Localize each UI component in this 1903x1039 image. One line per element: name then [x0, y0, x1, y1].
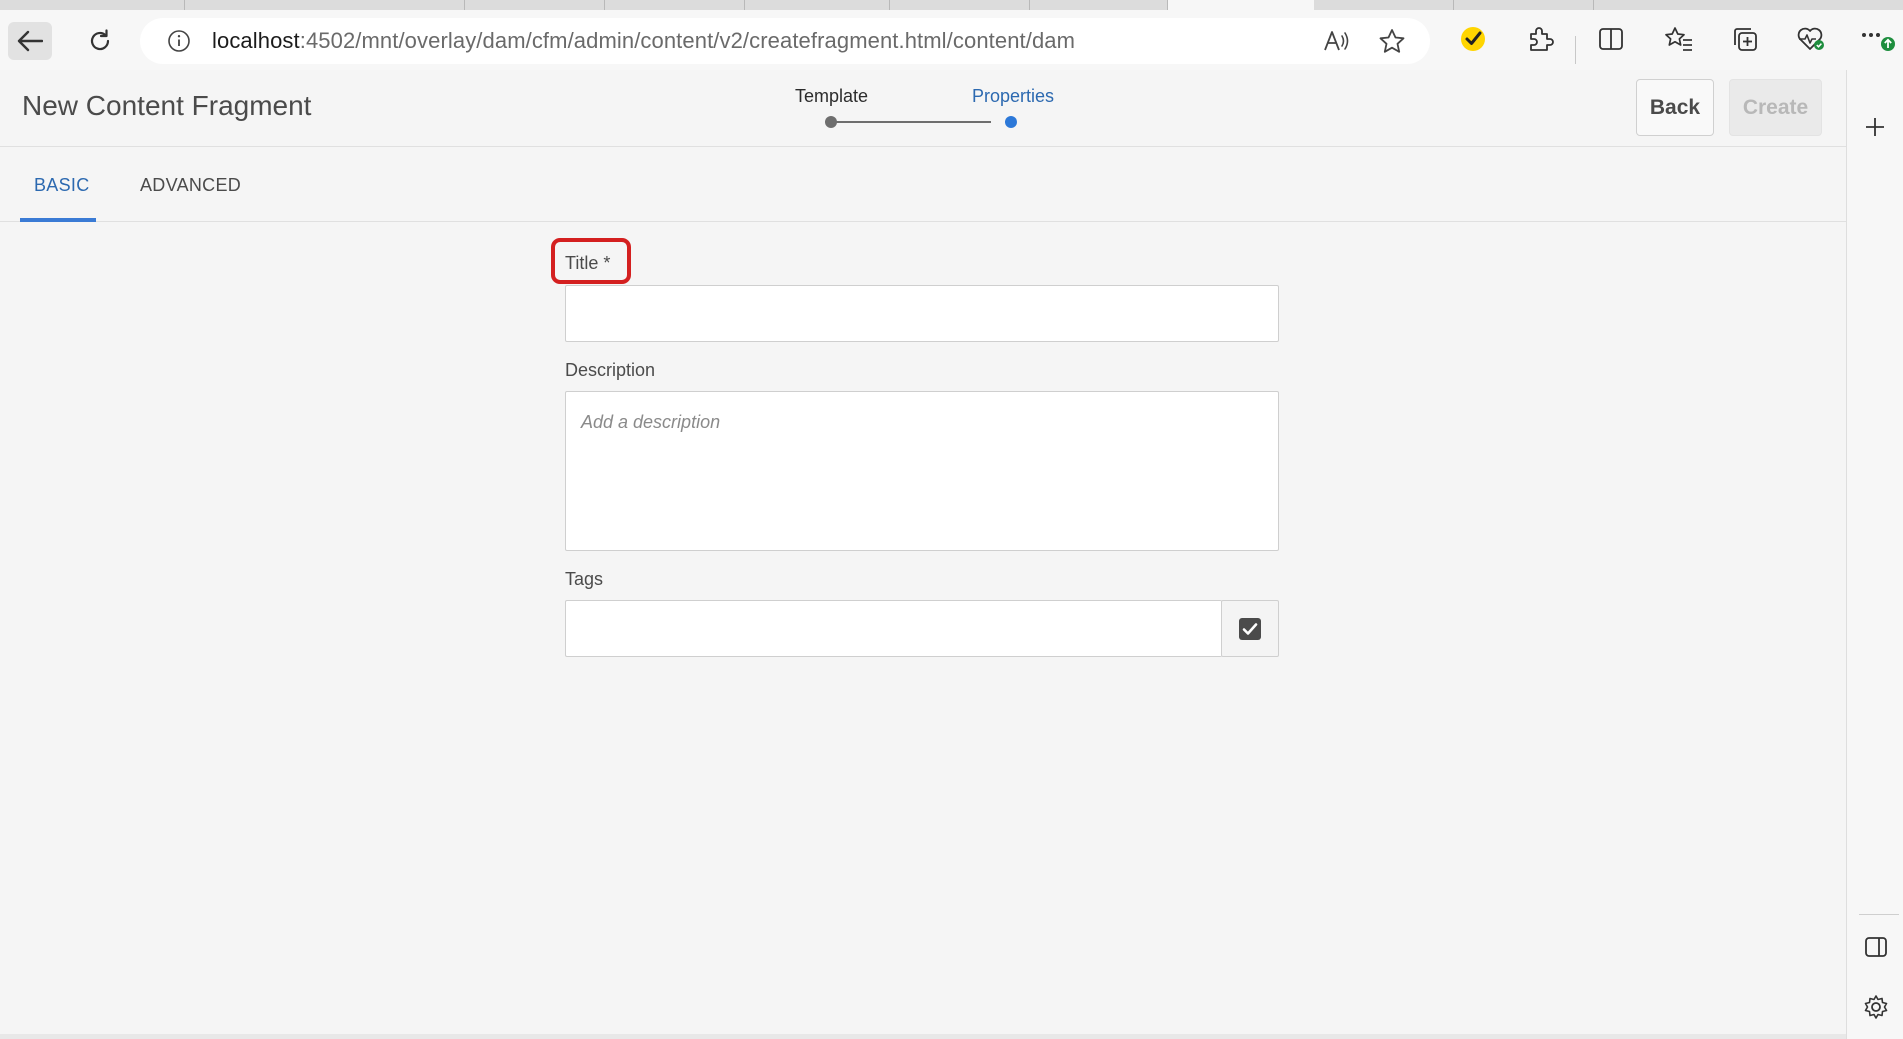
sidebar-panel-icon[interactable] — [1864, 936, 1888, 963]
back-button[interactable]: Back — [1636, 79, 1714, 136]
active-tab-indicator — [20, 218, 96, 222]
url-host: localhost — [212, 28, 300, 53]
wizard-step-template[interactable]: Template — [795, 86, 868, 107]
browser-sidebar — [1846, 70, 1903, 1039]
create-button[interactable]: Create — [1729, 79, 1822, 136]
toolbar-divider — [1575, 36, 1576, 64]
tab-bar: BASIC ADVANCED — [0, 147, 1846, 222]
browser-tab[interactable] — [185, 0, 465, 10]
back-arrow-icon[interactable] — [8, 22, 52, 60]
check-shield-icon[interactable] — [1458, 24, 1488, 54]
plus-icon[interactable] — [1864, 116, 1886, 143]
wizard-step-properties[interactable]: Properties — [972, 86, 1054, 107]
wizard-connector — [831, 121, 991, 123]
browser-tab[interactable] — [605, 0, 745, 10]
info-icon[interactable] — [166, 28, 192, 54]
collections-icon[interactable] — [1730, 24, 1760, 54]
split-screen-icon[interactable] — [1596, 24, 1626, 54]
description-textarea[interactable]: Add a description — [565, 391, 1279, 551]
horizontal-scrollbar[interactable] — [0, 1034, 1846, 1039]
reload-icon[interactable] — [78, 22, 122, 60]
checkbox-icon — [1239, 617, 1261, 640]
tags-input[interactable] — [565, 600, 1222, 657]
tags-picker-button[interactable] — [1221, 600, 1279, 657]
sidebar-divider — [1859, 914, 1899, 915]
url-text[interactable]: localhost:4502/mnt/overlay/dam/cfm/admin… — [212, 28, 1075, 54]
title-input[interactable] — [565, 285, 1279, 342]
tags-label: Tags — [565, 569, 604, 589]
read-aloud-icon[interactable] — [1322, 28, 1350, 59]
favorites-icon[interactable] — [1664, 24, 1694, 54]
url-path: :4502/mnt/overlay/dam/cfm/admin/content/… — [299, 28, 1076, 53]
browser-tab[interactable] — [1030, 0, 1168, 10]
browser-tab[interactable] — [0, 0, 185, 10]
wizard-step-dot-properties — [1005, 116, 1017, 128]
wizard-step-dot-template — [825, 116, 837, 128]
browser-tab[interactable] — [1314, 0, 1454, 10]
description-placeholder: Add a description — [581, 412, 721, 432]
browser-tab-strip — [0, 0, 1903, 10]
browser-tab[interactable] — [745, 0, 890, 10]
more-icon[interactable] — [1858, 24, 1898, 54]
star-icon[interactable] — [1378, 28, 1406, 59]
page-header: New Content Fragment Template Properties… — [0, 70, 1846, 147]
tab-basic[interactable]: BASIC — [34, 175, 90, 196]
browser-tab-active[interactable] — [1168, 0, 1314, 10]
address-bar[interactable]: localhost:4502/mnt/overlay/dam/cfm/admin… — [140, 18, 1430, 64]
puzzle-icon[interactable] — [1525, 24, 1555, 54]
browser-tab[interactable] — [465, 0, 605, 10]
gear-icon[interactable] — [1863, 994, 1889, 1025]
title-label: Title * — [565, 253, 611, 273]
tab-advanced[interactable]: ADVANCED — [140, 175, 241, 196]
browser-tab[interactable] — [890, 0, 1030, 10]
heart-pulse-icon[interactable] — [1796, 24, 1826, 54]
page-title: New Content Fragment — [22, 90, 312, 121]
wizard-steps: Template Properties — [790, 86, 1070, 136]
browser-toolbar: localhost:4502/mnt/overlay/dam/cfm/admin… — [0, 10, 1903, 70]
browser-tab[interactable] — [1454, 0, 1594, 10]
description-label: Description — [565, 360, 656, 380]
